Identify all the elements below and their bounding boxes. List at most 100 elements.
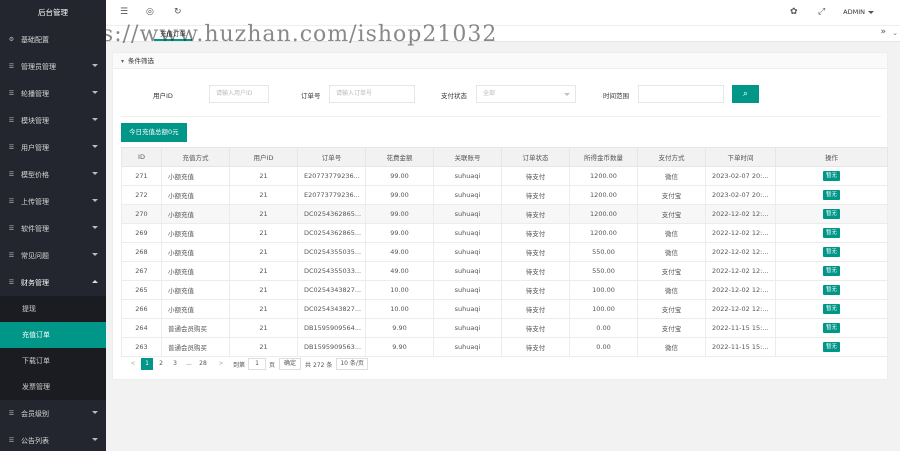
menu-icon: ☰ [8, 252, 15, 259]
table-cell: 21 [229, 185, 298, 205]
action-badge[interactable]: 暂无 [822, 323, 840, 333]
action-badge[interactable]: 暂无 [822, 285, 840, 295]
action-cell: 暂无 [775, 280, 888, 300]
table-cell: 550.00 [569, 242, 638, 262]
sidebar-item-upload[interactable]: ☰ 上传管理 [0, 188, 106, 215]
chevron-down-icon [564, 93, 570, 96]
prev-page-button[interactable]: < [127, 358, 139, 370]
table-cell: 小额充值 [161, 280, 230, 300]
order-no-input[interactable]: 请输入订单号 [329, 85, 415, 103]
globe-icon[interactable]: ◎ [146, 7, 154, 17]
filter-form: 用户ID 请输入用户ID 订单号 请输入订单号 支付状态 全部 时间范围 ⌕ [113, 85, 889, 105]
table-row[interactable]: 267 小额充值 21 DC0254355033... 49.00 suhuaqi 待支付 5… [121, 261, 888, 281]
table-row[interactable]: 266 小额充值 21 DC0254343827... 10.00 suhuaqi 待支付 1… [121, 299, 888, 319]
table-cell: 待支付 [501, 223, 570, 243]
sidebar-item-admin[interactable]: ☰ 管理员管理 [0, 53, 106, 80]
action-cell: 暂无 [775, 204, 888, 224]
table-row[interactable]: 265 小额充值 21 DC0254343827... 10.00 suhuaqi 待支付 1… [121, 280, 888, 300]
table-row[interactable]: 271 小额充值 21 E20773779236... 99.00 suhuaqi 待支付 1… [121, 166, 888, 186]
action-badge[interactable]: 暂无 [822, 342, 840, 352]
tab-bar: 充值订单 » ⌄ [106, 26, 900, 42]
action-cell: 暂无 [775, 223, 888, 243]
column-header: 操作 [775, 147, 888, 167]
page-3[interactable]: 3 [169, 358, 181, 370]
table-cell: 100.00 [569, 280, 638, 300]
sidebar-item-carousel[interactable]: ☰ 轮播管理 [0, 80, 106, 107]
column-header: 花费金额 [365, 147, 434, 167]
menu-icon: ☰ [8, 63, 15, 70]
user-id-input[interactable]: 请输入用户ID [209, 85, 269, 103]
goto-label: 到第 [233, 361, 246, 369]
table-cell: 微信 [637, 166, 706, 186]
menu-toggle-icon[interactable]: ☰ [120, 7, 128, 17]
action-badge[interactable]: 暂无 [822, 304, 840, 314]
admin-menu[interactable]: ADMIN [843, 8, 874, 16]
goto-confirm-button[interactable]: 确定 [279, 358, 302, 370]
table-cell: 10.00 [365, 280, 434, 300]
page-28[interactable]: 28 [197, 358, 209, 370]
table-cell: DC0254362865... [297, 223, 366, 243]
table-row[interactable]: 269 小额充值 21 DC0254362865... 99.00 suhuaqi 待支付 1… [121, 223, 888, 243]
page-2[interactable]: 2 [155, 358, 167, 370]
table-cell: DC0254355035... [297, 242, 366, 262]
table-cell: DC0254343827... [297, 299, 366, 319]
sidebar-item-modules[interactable]: ☰ 模块管理 [0, 107, 106, 134]
time-range-label: 时间范围 [603, 92, 629, 100]
sidebar-sub-withdraw[interactable]: 提现 [0, 296, 106, 322]
pay-status-select[interactable]: 全部 [476, 85, 576, 103]
double-chevron-right-icon[interactable]: » [880, 27, 886, 37]
action-cell: 暂无 [775, 166, 888, 186]
sidebar: 后台管理 ⚙ 基础配置 ☰ 管理员管理 ☰ 轮播管理 ☰ 模块管理 ☰ 用户管理 ☰ 模型价… [0, 0, 106, 451]
sidebar-sub-download-orders[interactable]: 下载订单 [0, 348, 106, 374]
next-page-button[interactable]: > [215, 358, 227, 370]
table-cell: 21 [229, 204, 298, 224]
column-header: 下单时间 [705, 147, 776, 167]
column-header: 订单状态 [501, 147, 570, 167]
table-cell: 普通会员购买 [161, 337, 230, 357]
tab-recharge-orders[interactable]: 充值订单 [154, 27, 192, 41]
table-row[interactable]: 270 小额充值 21 DC0254362865... 99.00 suhuaqi 待支付 1… [121, 204, 888, 224]
sidebar-item-finance[interactable]: ☰ 财务管理 [0, 269, 106, 296]
fullscreen-icon[interactable]: ⤢ [818, 7, 825, 17]
per-page-select[interactable]: 10 条/页 [336, 358, 368, 370]
action-badge[interactable]: 暂无 [822, 171, 840, 181]
sidebar-sub-invoice[interactable]: 发票管理 [0, 374, 106, 400]
action-badge[interactable]: 暂无 [822, 228, 840, 238]
sidebar-item-software[interactable]: ☰ 软件管理 [0, 215, 106, 242]
chevron-down-icon: ▾ [121, 58, 125, 65]
chevron-down-icon[interactable]: ⌄ [892, 29, 898, 37]
table-cell: 21 [229, 261, 298, 281]
sidebar-item-member-level[interactable]: ☰ 会员级别 [0, 400, 106, 427]
today-total-button[interactable]: 今日充值总额0元 [121, 123, 187, 142]
time-range-input[interactable] [638, 85, 724, 103]
sidebar-item-announcements[interactable]: ☰ 公告列表 [0, 427, 106, 451]
filter-collapse-header[interactable]: ▾ 条件筛选 [113, 53, 887, 69]
pagination: < 1 2 3 ... 28 > 到第 1 页 确定 共 272 条 10 条/… [127, 357, 368, 371]
table-cell: 支付宝 [637, 299, 706, 319]
table-cell: 2022-11-15 15:... [705, 318, 776, 338]
sidebar-item-model-price[interactable]: ☰ 模型价格 [0, 161, 106, 188]
table-row[interactable]: 268 小额充值 21 DC0254355035... 49.00 suhuaqi 待支付 5… [121, 242, 888, 262]
table-row[interactable]: 272 小额充值 21 E20773779236... 99.00 suhuaqi 待支付 1… [121, 185, 888, 205]
chevron-up-icon [92, 280, 98, 283]
column-header: 充值方式 [161, 147, 230, 167]
search-button[interactable]: ⌕ [732, 85, 759, 103]
action-badge[interactable]: 暂无 [822, 209, 840, 219]
page-1[interactable]: 1 [141, 358, 153, 370]
theme-icon[interactable]: ✿ [790, 7, 798, 17]
total-count: 共 272 条 [305, 361, 333, 369]
refresh-icon[interactable]: ↻ [174, 7, 182, 17]
sidebar-sub-recharge-orders[interactable]: 充值订单 [0, 322, 106, 348]
table-cell: 2023-02-07 20:... [705, 185, 776, 205]
goto-page-input[interactable]: 1 [248, 358, 267, 370]
action-badge[interactable]: 暂无 [822, 247, 840, 257]
sidebar-item-faq[interactable]: ☰ 常见问题 [0, 242, 106, 269]
table-row[interactable]: 264 普通会员购买 21 DB1595909564... 9.90 suhuaqi 待支付… [121, 318, 888, 338]
table-cell: E20773779236... [297, 185, 366, 205]
column-header: 支付方式 [637, 147, 706, 167]
sidebar-item-basic-config[interactable]: ⚙ 基础配置 [0, 26, 106, 53]
sidebar-item-users[interactable]: ☰ 用户管理 [0, 134, 106, 161]
table-row[interactable]: 263 普通会员购买 21 DB1595909563... 9.90 suhuaqi 待支付… [121, 337, 888, 357]
action-badge[interactable]: 暂无 [822, 266, 840, 276]
action-badge[interactable]: 暂无 [822, 190, 840, 200]
